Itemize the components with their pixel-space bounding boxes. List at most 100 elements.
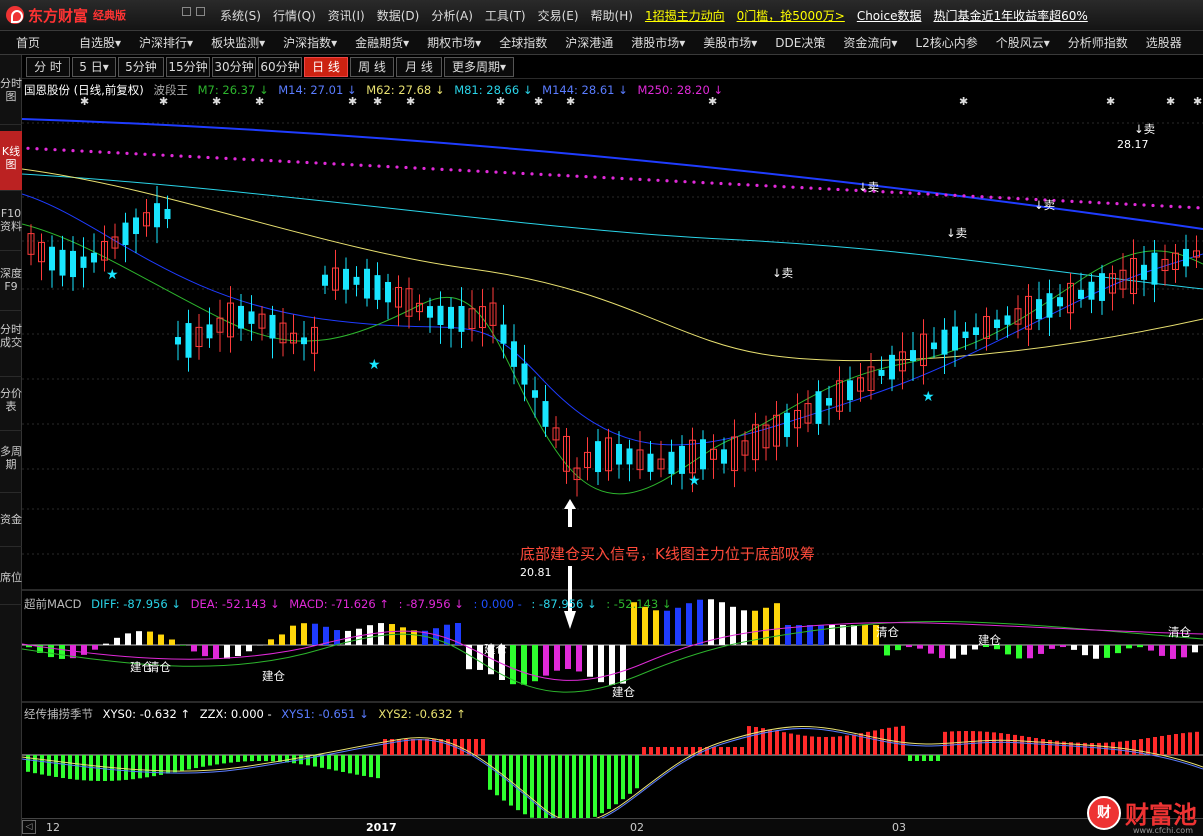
macd-bar: [906, 645, 912, 648]
candle-body: [175, 337, 181, 345]
osc-bar: [243, 755, 247, 762]
candle-body: [910, 350, 916, 362]
ma250-dot: [494, 170, 498, 174]
indicator-name[interactable]: 波段王: [153, 83, 188, 97]
nav-index[interactable]: 沪深指数▾: [274, 34, 346, 51]
vtab-seats[interactable]: 席位: [0, 565, 22, 605]
promo-link-2[interactable]: 0门槛，抢5000万>: [737, 7, 845, 24]
kline-chart-area[interactable]: ✱ ✱ ✱ ✱ ✱ ✱ ✱ ✱ ✱ ✱ ✱ ✱ ✱ ✱ ✱ ★ ★ ★ ★ 国恩股份 (日线,前复权) 波段王 M7…: [21, 79, 1203, 836]
minimize-icon[interactable]: [182, 7, 191, 16]
macd-bar: [279, 634, 285, 645]
osc-bar: [75, 755, 79, 780]
vtab-intraday[interactable]: 分时图: [0, 63, 22, 125]
period-5min[interactable]: 5分钟: [118, 57, 164, 77]
candle-body: [952, 326, 958, 351]
macd-bar: [939, 645, 945, 659]
main-menu: 系统(S) 行情(Q) 资讯(I) 数据(D) 分析(A) 工具(T) 交易(E…: [220, 7, 1100, 24]
candle-body: [206, 324, 213, 339]
nav-watchlist[interactable]: 自选股▾: [70, 34, 130, 51]
macd-signal-clear: 清仓: [1168, 625, 1191, 639]
vtab-price-table[interactable]: 分价表: [0, 381, 22, 431]
nav-connect[interactable]: 沪深港通: [556, 34, 622, 51]
xtick-2017: 2017: [366, 821, 397, 834]
vtab-multi-period[interactable]: 多周期: [0, 439, 22, 493]
period-weekly[interactable]: 周 线: [350, 57, 394, 77]
macd-bar: [774, 603, 780, 645]
macd-bar: [675, 607, 681, 645]
ma250-dot: [710, 181, 714, 185]
osc-xys2: XYS2: -0.632 ↑: [378, 707, 466, 721]
nav-ranking[interactable]: 沪深排行▾: [130, 34, 202, 51]
menu-system[interactable]: 系统(S): [220, 7, 261, 24]
macd-bar: [411, 630, 417, 645]
menu-quote[interactable]: 行情(Q): [273, 7, 316, 24]
nav-us[interactable]: 美股市场▾: [694, 34, 766, 51]
period-15min[interactable]: 15分钟: [166, 57, 210, 77]
macd-dea: DEA: -52.143 ↓: [190, 597, 280, 611]
menu-trade[interactable]: 交易(E): [538, 7, 579, 24]
osc-bar: [845, 735, 849, 755]
period-60min[interactable]: 60分钟: [258, 57, 302, 77]
ma250-dot: [53, 148, 57, 152]
watermark-url: www.cfchi.com: [1133, 826, 1193, 835]
period-daily[interactable]: 日 线: [304, 57, 348, 77]
nav-global[interactable]: 全球指数: [490, 34, 556, 51]
time-axis-scrollbar[interactable]: ◁ 12 2017 02 03: [22, 818, 1203, 836]
nav-options[interactable]: 期权市场▾: [418, 34, 490, 51]
candle-body: [878, 369, 885, 376]
scroll-left-icon[interactable]: ◁: [22, 820, 36, 834]
nav-screener[interactable]: 选股器: [1137, 34, 1191, 51]
low-price-label: 20.81: [520, 566, 552, 579]
osc-bar: [999, 733, 1003, 755]
nav-home[interactable]: 首页: [0, 34, 70, 51]
nav-capital-flow[interactable]: 资金流向▾: [834, 34, 906, 51]
vtab-kline[interactable]: K线图: [0, 131, 22, 191]
osc-bar: [754, 726, 758, 755]
menu-analysis[interactable]: 分析(A): [431, 7, 473, 24]
nav-dde[interactable]: DDE决策: [766, 34, 834, 51]
menu-news[interactable]: 资讯(I): [328, 7, 365, 24]
period-5day[interactable]: 5 日▾: [72, 57, 116, 77]
vtab-f10[interactable]: F10资料: [0, 197, 22, 251]
ma250-dot: [143, 152, 147, 156]
osc-bar: [355, 755, 359, 775]
osc-bar: [264, 755, 268, 762]
osc-bar: [82, 755, 86, 781]
promo-link-3[interactable]: 热门基金近1年收益率超60%: [933, 7, 1087, 24]
macd-extra-2: : 0.000 -: [473, 597, 522, 611]
macd-bar: [59, 645, 65, 659]
ma250-dot: [341, 162, 345, 166]
menu-tools[interactable]: 工具(T): [485, 7, 526, 24]
vtab-trades[interactable]: 分时成交: [0, 317, 22, 377]
period-intraday[interactable]: 分 时: [26, 57, 70, 77]
period-30min[interactable]: 30分钟: [212, 57, 256, 77]
macd-diff: DIFF: -87.956 ↓: [91, 597, 181, 611]
osc-bar: [726, 747, 730, 755]
menu-data[interactable]: 数据(D): [377, 7, 420, 24]
nav-sector[interactable]: 板块监测▾: [202, 34, 274, 51]
vtab-f9[interactable]: 深度F9: [0, 257, 22, 311]
nav-futures[interactable]: 金融期货▾: [346, 34, 418, 51]
macd-bar: [367, 625, 373, 645]
osc-bar: [1013, 734, 1017, 755]
osc-bar: [411, 739, 415, 755]
choice-data-link[interactable]: Choice数据: [857, 7, 922, 24]
nav-stock-news[interactable]: 个股风云▾: [987, 34, 1059, 51]
ma250-dot: [1178, 205, 1182, 209]
vtab-capital[interactable]: 资金: [0, 507, 22, 547]
candle-body: [1078, 289, 1084, 299]
promo-link-1[interactable]: 1招揭主力动向: [645, 7, 725, 24]
candle-body: [70, 250, 76, 278]
nav-analyst[interactable]: 分析师指数: [1059, 34, 1137, 51]
macd-bar: [763, 607, 769, 645]
osc-bar: [558, 755, 562, 825]
menu-help[interactable]: 帮助(H): [591, 7, 633, 24]
window-icon[interactable]: [196, 7, 205, 16]
sell-signal: ↓卖: [772, 266, 794, 280]
nav-hk[interactable]: 港股市场▾: [622, 34, 694, 51]
buy-star-icon: ★: [106, 267, 119, 283]
period-monthly[interactable]: 月 线: [396, 57, 442, 77]
nav-l2[interactable]: L2核心内参: [906, 34, 986, 51]
osc-bar: [579, 755, 583, 823]
period-more[interactable]: 更多周期▾: [444, 57, 514, 77]
